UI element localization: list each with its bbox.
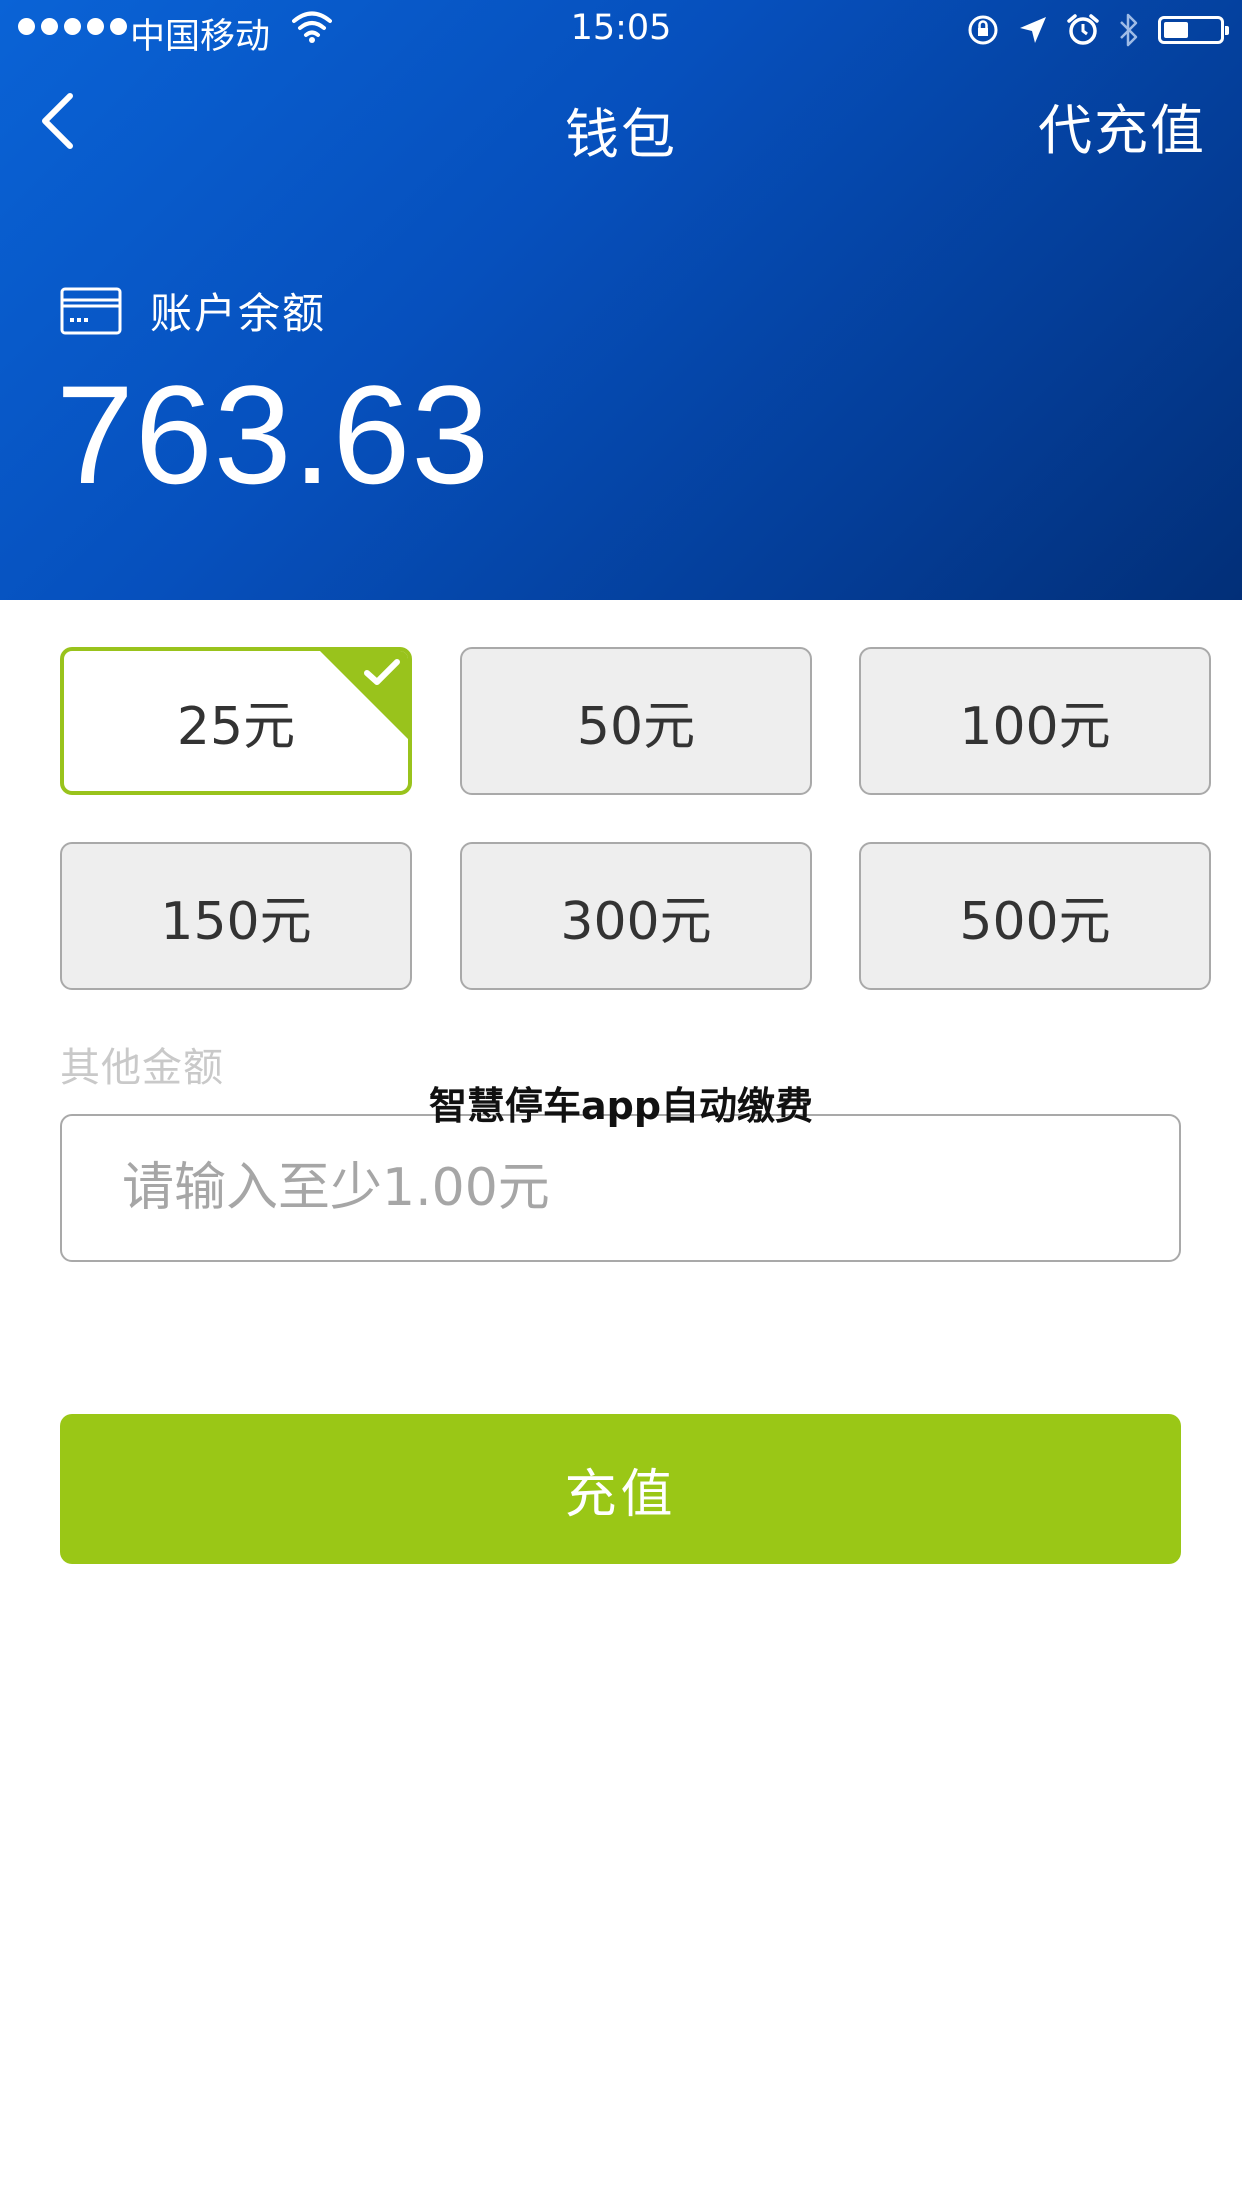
amount-option-label: 25元 [176,696,296,757]
recharge-button[interactable]: 充值 [60,1414,1181,1564]
amount-option-label: 300元 [560,891,712,952]
amount-option-100[interactable]: 100元 [859,647,1211,795]
orientation-lock-icon [968,15,998,45]
amount-option-25[interactable]: 25元 [60,647,412,795]
amount-option-500[interactable]: 500元 [859,842,1211,990]
status-icons [966,12,1229,48]
wallet-screen: 中国移动 15:05 钱包 代充值 账户余额 763.63 25元 50元 10… [0,0,1242,2208]
other-amount-input[interactable] [60,1114,1181,1262]
alarm-icon [1067,14,1099,45]
balance-label: 账户余额 [150,289,327,338]
balance-amount: 763.63 [56,356,491,513]
amount-option-label: 100元 [959,696,1111,757]
wallet-header: 中国移动 15:05 钱包 代充值 账户余额 763.63 [0,0,1242,600]
amount-option-label: 150元 [160,891,312,952]
battery-icon [1158,16,1229,44]
amount-option-150[interactable]: 150元 [60,842,412,990]
card-icon [60,287,122,334]
watermark-text: 智慧停车app自动缴费 [428,1084,814,1128]
amount-option-label: 50元 [576,696,696,757]
amount-option-50[interactable]: 50元 [460,647,812,795]
status-bar: 中国移动 15:05 [0,0,1242,60]
balance-label-row: 账户余额 [60,280,326,341]
checkmark-icon [364,659,400,685]
location-arrow-icon [1020,17,1046,43]
proxy-recharge-link[interactable]: 代充值 [1038,86,1206,165]
navigation-bar: 钱包 代充值 [0,70,1242,170]
selected-check-badge [319,651,408,740]
amount-option-label: 500元 [959,891,1111,952]
bluetooth-icon [1120,13,1138,47]
amount-option-300[interactable]: 300元 [460,842,812,990]
